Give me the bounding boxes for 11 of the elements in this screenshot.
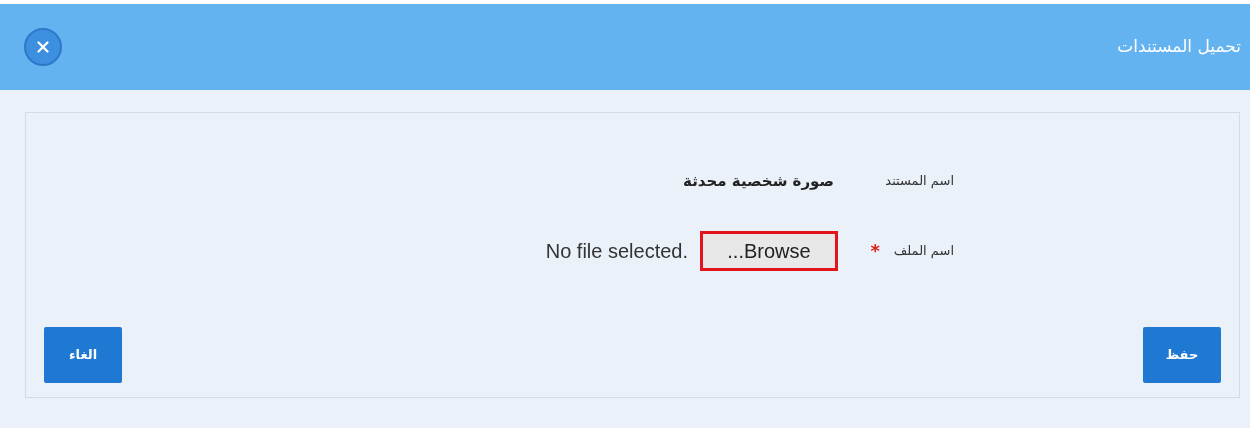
close-icon [34, 38, 52, 56]
document-name: صورة شخصية محدثة [683, 170, 834, 192]
cancel-button[interactable]: الغاء [44, 327, 122, 383]
save-button[interactable]: حفظ [1143, 327, 1221, 383]
dialog-title: تحميل المستندات [1117, 35, 1241, 59]
browse-button[interactable]: ...Browse [700, 231, 838, 271]
close-button[interactable] [24, 28, 62, 66]
file-status: No file selected. [545, 239, 688, 264]
required-mark: * [870, 242, 880, 260]
field-label: اسم الملف [893, 242, 954, 261]
field-label: اسم المستند [885, 172, 954, 191]
